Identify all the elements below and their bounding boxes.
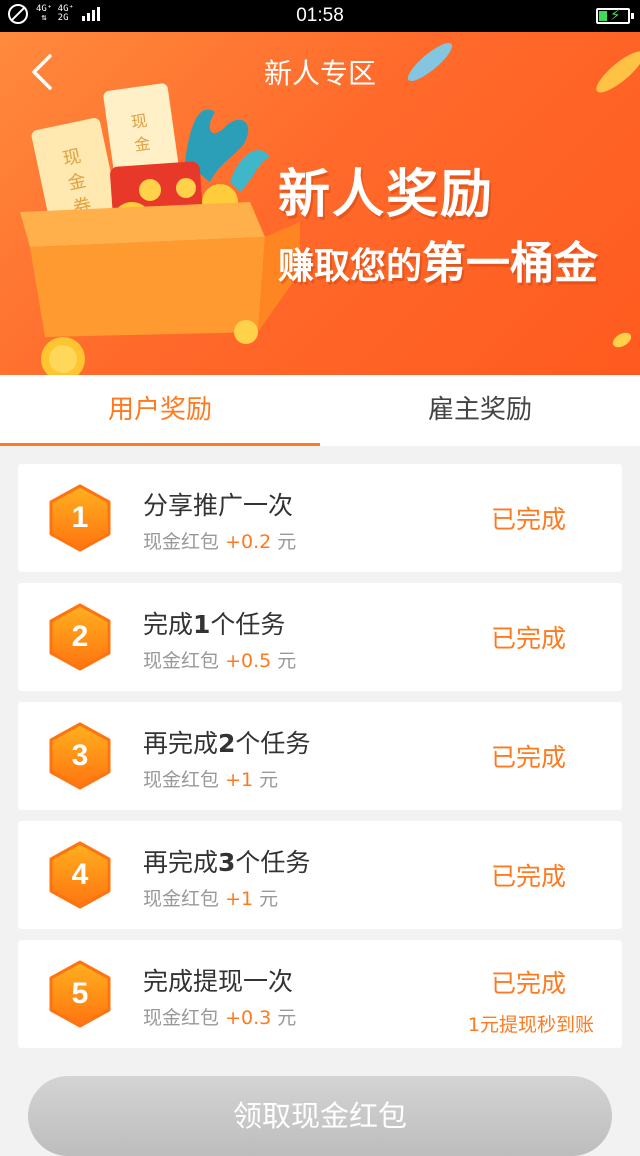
- task-card-1: 1 分享推广一次 现金红包 +0.2 元 已完成: [18, 464, 622, 572]
- svg-text:金: 金: [133, 134, 152, 155]
- task-title: 完成1个任务: [143, 610, 286, 639]
- withdraw-note: 1元提现秒到账: [467, 1014, 594, 1036]
- status-time: 01:58: [296, 5, 344, 26]
- task-status: 已完成: [490, 862, 566, 891]
- step-number-badge: 4: [48, 841, 112, 909]
- task-reward: 现金红包 +0.2 元: [143, 531, 297, 553]
- step-number-badge: 3: [48, 722, 112, 790]
- promo-banner: 现 金 券 现 金 新人专区 新人奖励 赚取您的第一桶金: [0, 32, 640, 375]
- task-title: 完成提现一次: [143, 967, 294, 996]
- task-status: 已完成: [490, 743, 566, 772]
- banner-subline: 赚取您的第一桶金: [278, 227, 598, 291]
- page-title: 新人专区: [263, 57, 376, 90]
- task-reward: 现金红包 +0.5 元: [143, 650, 297, 672]
- task-reward: 现金红包 +0.3 元: [143, 1007, 297, 1029]
- tab-user-rewards[interactable]: 用户奖励: [0, 375, 320, 446]
- task-reward: 现金红包 +1 元: [143, 888, 279, 910]
- charging-icon: ⚡: [610, 6, 621, 24]
- task-card-2: 2 完成1个任务 现金红包 +0.5 元 已完成: [18, 583, 622, 691]
- banner-headline: 新人奖励: [278, 165, 495, 225]
- status-bar: 4G⁺ 4G⁺ ⇅ 2G 01:58 ⚡: [0, 0, 640, 32]
- battery-icon: ⚡: [596, 6, 634, 24]
- task-title: 再完成2个任务: [143, 729, 311, 758]
- task-reward: 现金红包 +1 元: [143, 769, 279, 791]
- task-status: 已完成: [490, 505, 566, 534]
- reward-tabs: 用户奖励 雇主奖励: [0, 375, 640, 446]
- task-title: 再完成3个任务: [143, 848, 311, 877]
- task-status: 已完成: [490, 969, 566, 998]
- task-card-5: 5 完成提现一次 现金红包 +0.3 元 已完成 1元提现秒到账: [18, 940, 622, 1048]
- step-number-badge: 1: [48, 484, 112, 552]
- step-number-badge: 2: [48, 603, 112, 671]
- task-title: 分享推广一次: [143, 491, 294, 520]
- task-card-4: 4 再完成3个任务 现金红包 +1 元 已完成: [18, 821, 622, 929]
- claim-red-packet-button[interactable]: 领取现金红包: [28, 1076, 612, 1156]
- task-status: 已完成: [490, 624, 566, 653]
- banner-subline-emphasis: 第一桶金: [422, 238, 599, 289]
- banner-subline-prefix: 赚取您的: [278, 246, 423, 287]
- tab-employer-rewards[interactable]: 雇主奖励: [320, 375, 640, 446]
- svg-text:现: 现: [130, 111, 149, 132]
- task-card-3: 3 再完成2个任务 现金红包 +1 元 已完成: [18, 702, 622, 810]
- step-number-badge: 5: [48, 960, 112, 1028]
